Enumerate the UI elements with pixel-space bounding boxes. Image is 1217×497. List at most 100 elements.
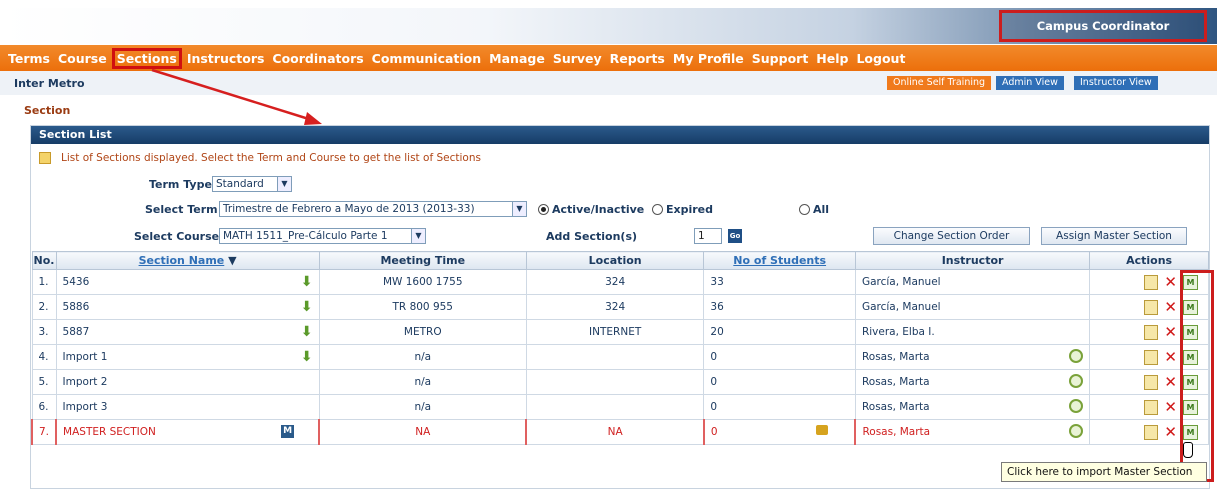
delete-icon[interactable]: ✕ [1164, 374, 1177, 390]
down-arrow-icon[interactable]: ⬇ [301, 349, 313, 365]
menu-communication[interactable]: Communication [372, 51, 482, 66]
location-cell: INTERNET [525, 319, 705, 345]
section-name-cell: 5887 ⬇ [55, 319, 320, 345]
row-number: 3. [31, 319, 57, 345]
main-menu: Terms Course Sections Instructors Coordi… [0, 45, 1217, 71]
import-master-icon[interactable]: M [1183, 274, 1198, 290]
radio-all-label: All [813, 203, 830, 216]
location-cell: 324 [525, 269, 705, 295]
term-type-select[interactable]: Standard ▼ [212, 176, 292, 192]
edit-icon[interactable] [1144, 424, 1159, 440]
select-course-dropdown[interactable]: MATH 1511_Pre-Cálculo Parte 1 ▼ [219, 228, 426, 244]
instructor-name: Rosas, Marta [861, 401, 930, 413]
row-number: 5. [31, 369, 57, 395]
clock-icon[interactable] [1069, 424, 1084, 438]
select-course-label: Select Course [134, 230, 220, 243]
change-section-order-button[interactable]: Change Section Order [873, 227, 1030, 245]
section-name: MASTER SECTION [63, 426, 156, 438]
import-master-icon[interactable]: M [1183, 374, 1198, 390]
menu-course[interactable]: Course [58, 51, 107, 66]
master-badge-icon: M [281, 425, 295, 438]
note-icon [39, 152, 51, 164]
import-tooltip: Click here to import Master Section [1001, 462, 1207, 482]
radio-expired[interactable]: Expired [652, 203, 713, 216]
clock-icon[interactable] [1069, 399, 1084, 413]
radio-expired-label: Expired [666, 203, 714, 216]
menu-survey[interactable]: Survey [553, 51, 602, 66]
col-section-name[interactable]: Section Name ▼ [55, 251, 320, 270]
students-count: 0 [710, 426, 718, 438]
online-training-button[interactable]: Online Self Training [887, 76, 992, 90]
import-master-icon[interactable]: M [1183, 424, 1198, 440]
radio-all[interactable]: All [799, 203, 829, 216]
import-master-icon[interactable]: M [1183, 399, 1198, 415]
students-cell: 0 [702, 419, 856, 445]
edit-icon[interactable] [1144, 399, 1159, 415]
select-term-label: Select Term [145, 203, 218, 216]
instructor-name: Rosas, Marta [861, 351, 930, 363]
edit-icon[interactable] [1144, 274, 1159, 290]
menu-coordinators[interactable]: Coordinators [272, 51, 363, 66]
instructor-cell: García, Manuel [854, 294, 1091, 320]
chevron-down-icon: ▼ [512, 202, 526, 216]
menu-instructors[interactable]: Instructors [187, 51, 265, 66]
delete-icon[interactable]: ✕ [1164, 299, 1177, 315]
delete-icon[interactable]: ✕ [1164, 324, 1177, 340]
delete-icon[interactable]: ✕ [1164, 349, 1177, 365]
table-row: 5. Import 2 n/a 0 Rosas, Marta ✕ M [31, 369, 1209, 395]
col-no-of-students[interactable]: No of Students [703, 251, 856, 270]
select-course-value: MATH 1511_Pre-Cálculo Parte 1 [223, 230, 388, 242]
sort-desc-icon: ▼ [228, 254, 237, 267]
panel-title: Section List [31, 126, 1209, 144]
edit-icon[interactable] [1144, 374, 1159, 390]
edit-icon[interactable] [1144, 349, 1159, 365]
edit-icon[interactable] [1144, 324, 1159, 340]
term-type-label: Term Type [149, 178, 212, 191]
menu-logout[interactable]: Logout [856, 51, 905, 66]
menu-reports[interactable]: Reports [610, 51, 665, 66]
section-name: 5436 [62, 276, 90, 288]
select-term-dropdown[interactable]: Trimestre de Febrero a Mayo de 2013 (201… [219, 201, 527, 217]
delete-icon[interactable]: ✕ [1164, 274, 1177, 290]
radio-active-inactive[interactable]: Active/Inactive [538, 203, 644, 216]
clock-icon[interactable] [1069, 374, 1084, 388]
lock-icon[interactable] [816, 425, 829, 435]
location-cell: 324 [525, 294, 705, 320]
menu-sections[interactable]: Sections [111, 47, 182, 69]
chevron-down-icon: ▼ [277, 177, 291, 191]
add-sections-input[interactable]: 1 [694, 228, 722, 244]
delete-icon[interactable]: ✕ [1164, 424, 1177, 440]
section-name-sort-link[interactable]: Section Name [139, 254, 225, 267]
clock-icon[interactable] [1069, 349, 1084, 363]
menu-terms[interactable]: Terms [8, 51, 50, 66]
col-instructor: Instructor [854, 251, 1091, 270]
import-master-icon[interactable]: M [1183, 299, 1198, 315]
col-no: No. [31, 251, 57, 270]
menu-support[interactable]: Support [752, 51, 809, 66]
instructor-cell: García, Manuel [854, 269, 1091, 295]
meeting-time-cell: n/a [318, 369, 527, 395]
actions-cell: ✕ M [1089, 294, 1209, 320]
delete-icon[interactable]: ✕ [1164, 399, 1177, 415]
down-arrow-icon[interactable]: ⬇ [301, 324, 313, 340]
meeting-time-cell: n/a [318, 344, 527, 370]
import-master-icon[interactable]: M [1183, 324, 1198, 340]
go-button[interactable]: Go [728, 229, 742, 243]
instructor-cell: Rosas, Marta [854, 344, 1091, 370]
assign-master-section-button[interactable]: Assign Master Section [1041, 227, 1187, 245]
instructor-view-button[interactable]: Instructor View [1074, 76, 1158, 90]
table-row: 4. Import 1 ⬇ n/a 0 Rosas, Marta ✕ M [31, 344, 1209, 370]
menu-manage[interactable]: Manage [489, 51, 545, 66]
instructor-cell: Rosas, Marta [854, 369, 1091, 395]
menu-help[interactable]: Help [816, 51, 848, 66]
down-arrow-icon[interactable]: ⬇ [301, 299, 313, 315]
admin-view-button[interactable]: Admin View [996, 76, 1064, 90]
import-master-icon[interactable]: M [1183, 349, 1198, 365]
radio-unchecked-icon [799, 204, 810, 215]
table-row: 6. Import 3 n/a 0 Rosas, Marta ✕ M [31, 394, 1209, 420]
down-arrow-icon[interactable]: ⬇ [301, 274, 313, 290]
menu-my-profile[interactable]: My Profile [673, 51, 744, 66]
row-number: 2. [31, 294, 57, 320]
edit-icon[interactable] [1144, 299, 1159, 315]
section-name-cell: Import 1 ⬇ [55, 344, 320, 370]
